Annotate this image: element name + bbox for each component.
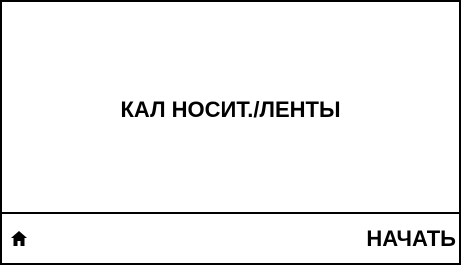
screen-title: КАЛ НОСИТ./ЛЕНТЫ <box>120 97 341 122</box>
start-button[interactable]: НАЧАТЬ <box>366 214 459 263</box>
printer-display: КАЛ НОСИТ./ЛЕНТЫ НАЧАТЬ <box>0 0 461 265</box>
home-icon <box>11 231 27 246</box>
start-button-label: НАЧАТЬ <box>366 225 456 251</box>
softkey-bar: НАЧАТЬ <box>2 214 459 263</box>
home-button[interactable] <box>2 214 62 263</box>
main-area: КАЛ НОСИТ./ЛЕНТЫ <box>2 2 459 212</box>
